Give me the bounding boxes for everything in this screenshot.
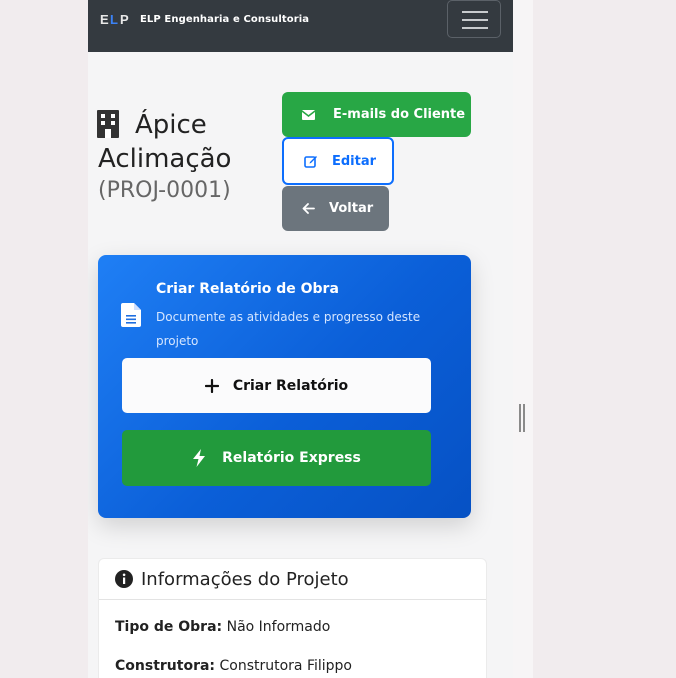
info-label: Construtora: (115, 658, 216, 674)
back-button[interactable]: Voltar (282, 186, 389, 231)
project-info-title: Informações do Projeto (141, 568, 349, 590)
navbar: E L P ELP Engenharia e Consultoria (88, 0, 513, 52)
project-name-line2: Aclimação (98, 144, 232, 174)
bolt-icon (193, 449, 206, 467)
project-code: (PROJ-0001) (98, 178, 231, 203)
arrow-left-icon (302, 203, 315, 214)
viewport-gutter (513, 0, 533, 678)
info-circle-icon (115, 570, 133, 588)
edit-icon (304, 156, 317, 168)
resize-handle[interactable] (519, 404, 525, 432)
project-name-line1: Ápice (135, 110, 207, 140)
create-report-label: Criar Relatório (232, 377, 349, 394)
express-report-label: Relatório Express (222, 450, 361, 466)
edit-label: Editar (332, 153, 377, 169)
plus-icon (204, 378, 219, 393)
project-info-header: Informações do Projeto (99, 559, 486, 600)
info-row-builder: Construtora: Construtora Filippo (115, 658, 352, 674)
brand[interactable]: E L P ELP Engenharia e Consultoria (100, 12, 309, 26)
info-value: Construtora Filippo (219, 658, 352, 674)
file-document-icon (121, 303, 141, 327)
create-report-card: Criar Relatório de Obra Documente as ati… (98, 255, 471, 518)
envelope-icon (302, 109, 315, 120)
back-label: Voltar (329, 201, 374, 216)
report-card-title: Criar Relatório de Obra (156, 281, 339, 297)
page-title: Ápice Aclimação (98, 108, 231, 176)
client-emails-button[interactable]: E-mails do Cliente (282, 92, 471, 137)
brand-name: ELP Engenharia e Consultoria (140, 13, 310, 25)
svg-text:L: L (110, 12, 118, 26)
project-info-card: Informações do Projeto Tipo de Obra: Não… (98, 558, 487, 678)
express-report-button[interactable]: Relatório Express (122, 430, 431, 486)
hamburger-icon (462, 11, 488, 13)
client-emails-label: E-mails do Cliente (333, 107, 466, 122)
info-label: Tipo de Obra: (115, 619, 223, 635)
report-card-description: Documente as atividades e progresso dest… (156, 310, 421, 348)
create-report-button[interactable]: Criar Relatório (122, 358, 431, 413)
edit-button[interactable]: Editar (282, 137, 394, 185)
app-viewport: E L P ELP Engenharia e Consultoria Ápice… (88, 0, 513, 678)
svg-text:E: E (100, 12, 109, 26)
navbar-toggler-button[interactable] (447, 0, 501, 38)
elp-logo-icon: E L P (100, 12, 129, 26)
info-row-work-type: Tipo de Obra: Não Informado (115, 619, 330, 635)
info-value: Não Informado (226, 619, 331, 635)
svg-text:P: P (120, 12, 129, 26)
